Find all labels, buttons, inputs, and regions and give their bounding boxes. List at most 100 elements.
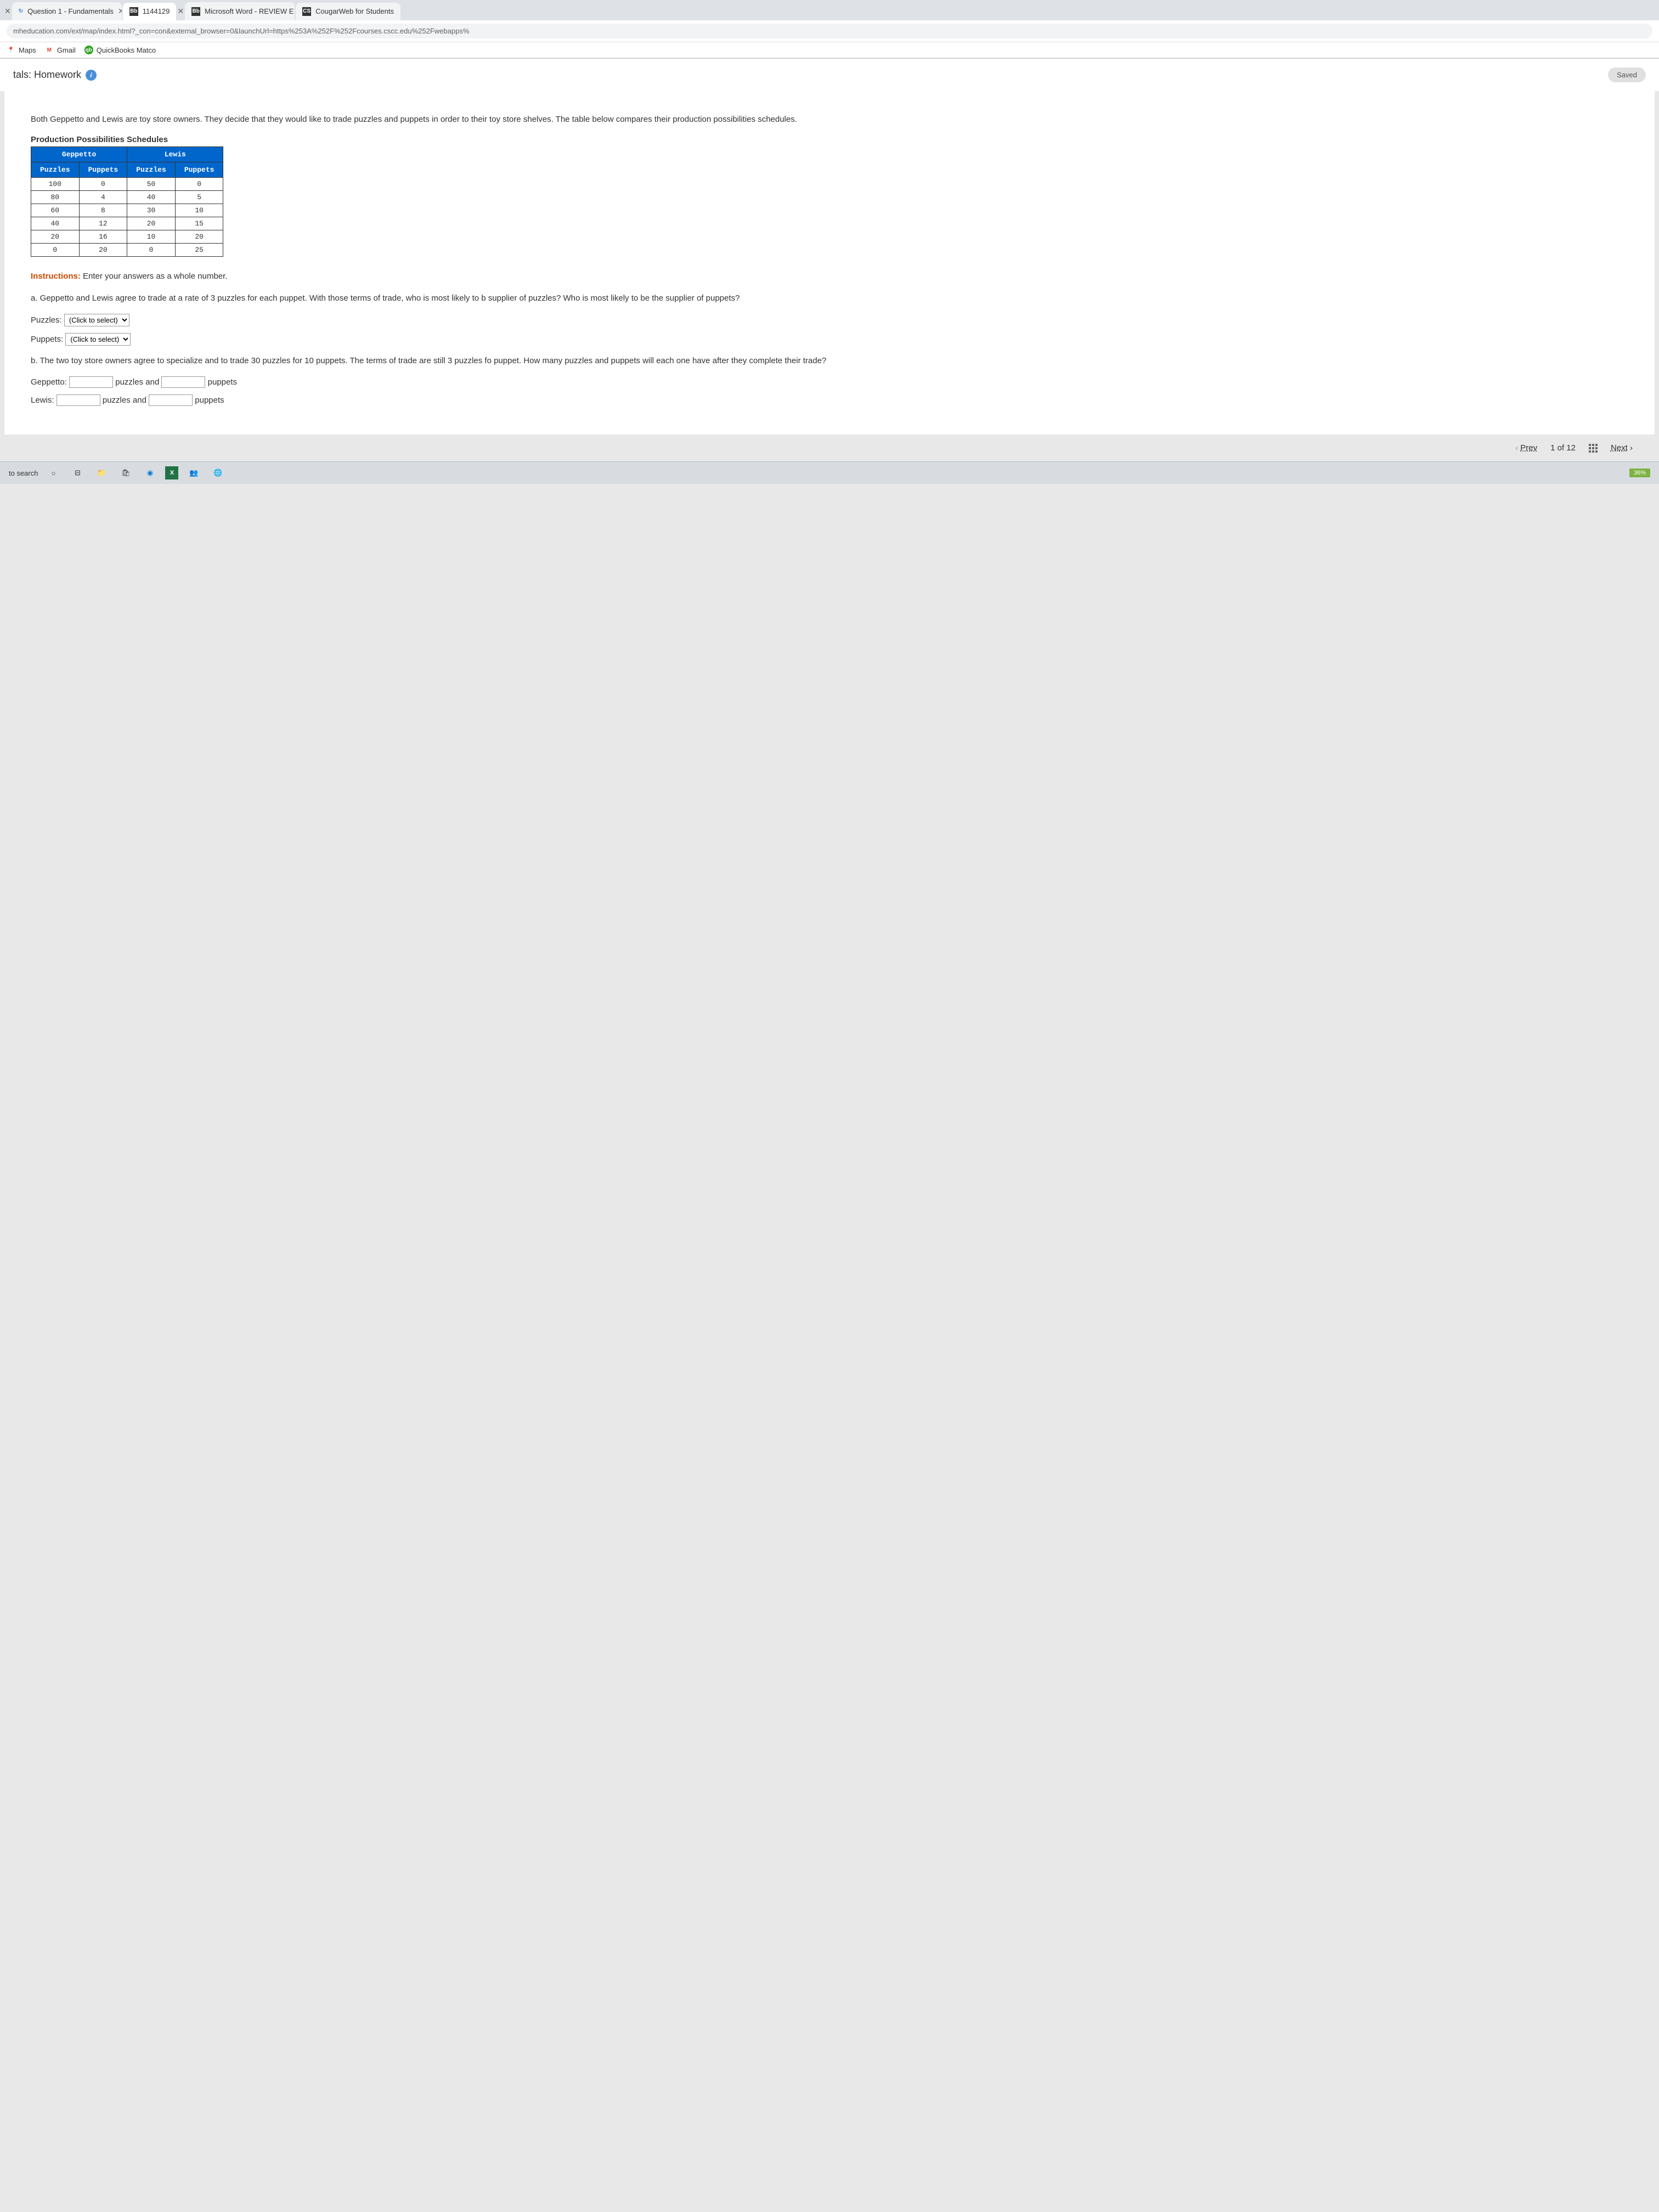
table-cell: 0: [31, 244, 80, 257]
task-view-icon[interactable]: ⊟: [69, 464, 86, 482]
table-cell: 12: [79, 217, 127, 230]
browser-tab[interactable]: ↻ Question 1 - Fundamentals ✕: [12, 2, 122, 20]
question-part-b: b. The two toy store owners agree to spe…: [31, 354, 1628, 368]
tab-label: Microsoft Word - REVIEW E: [205, 7, 294, 15]
table-cell: 0: [79, 178, 127, 191]
lewis-puzzles-input[interactable]: [57, 394, 100, 406]
instructions-text: Enter your answers as a whole number.: [81, 272, 228, 281]
puppets-word: puppets: [208, 377, 237, 387]
url-text[interactable]: mheducation.com/ext/map/index.html?_con=…: [7, 24, 1652, 38]
question-part-a: a. Geppetto and Lewis agree to trade at …: [31, 292, 1628, 305]
quickbooks-icon: qb: [84, 46, 93, 54]
tab-label: Question 1 - Fundamentals: [27, 7, 114, 15]
page-counter: 1 of 12: [1550, 443, 1576, 453]
table-col-header: Puzzles: [31, 162, 80, 178]
table-col-header: Puppets: [79, 162, 127, 178]
table-cell: 8: [79, 204, 127, 217]
table-cell: 40: [127, 191, 176, 204]
lewis-puppets-input[interactable]: [149, 394, 193, 406]
table-cell: 20: [127, 217, 176, 230]
table-cell: 50: [127, 178, 176, 191]
geppetto-puzzles-input[interactable]: [69, 376, 113, 388]
close-icon[interactable]: ✕: [177, 7, 184, 16]
question-content: Both Geppetto and Lewis are toy store ow…: [4, 91, 1655, 435]
lewis-label: Lewis:: [31, 396, 54, 405]
table-cell: 0: [175, 178, 223, 191]
close-icon[interactable]: ✕: [118, 7, 122, 16]
refresh-icon: ↻: [19, 7, 23, 16]
table-cell: 100: [31, 178, 80, 191]
table-cell: 4: [79, 191, 127, 204]
file-explorer-icon[interactable]: 📁: [93, 464, 110, 482]
blackboard-icon: Bb: [129, 7, 138, 16]
answer-puzzles-row: Puzzles: (Click to select): [31, 314, 1628, 326]
table-cell: 10: [175, 204, 223, 217]
excel-icon[interactable]: X: [165, 466, 178, 479]
question-intro: Both Geppetto and Lewis are toy store ow…: [31, 113, 1628, 126]
nav-footer: ‹ Prev 1 of 12 Next ›: [0, 435, 1659, 461]
table-row: 1000500: [31, 178, 223, 191]
table-col-header: Puzzles: [127, 162, 176, 178]
bookmark-label: QuickBooks Matco: [97, 46, 156, 54]
chrome-icon[interactable]: 🌐: [209, 464, 227, 482]
table-cell: 25: [175, 244, 223, 257]
table-cell: 40: [31, 217, 80, 230]
table-row: 20161020: [31, 230, 223, 244]
table-group-header: Lewis: [127, 147, 223, 162]
table-row: 804405: [31, 191, 223, 204]
info-icon[interactable]: i: [86, 70, 97, 81]
table-cell: 5: [175, 191, 223, 204]
saved-badge: Saved: [1608, 67, 1646, 82]
bookmark-quickbooks[interactable]: qb QuickBooks Matco: [84, 46, 156, 54]
table-row: 40122015: [31, 217, 223, 230]
bookmark-label: Gmail: [57, 46, 76, 54]
close-icon[interactable]: ✕: [4, 7, 11, 16]
table-row: 020025: [31, 244, 223, 257]
table-group-header: Geppetto: [31, 147, 127, 162]
table-cell: 20: [79, 244, 127, 257]
page-title: tals: Homework i: [13, 69, 97, 81]
browser-tab[interactable]: Bb Microsoft Word - REVIEW E ✕: [185, 2, 295, 20]
table-col-header: Puppets: [175, 162, 223, 178]
browser-tab[interactable]: Bb 1144129: [123, 3, 177, 20]
puzzles-and-label: puzzles and: [103, 396, 146, 405]
geppetto-puppets-input[interactable]: [161, 376, 205, 388]
table-cell: 80: [31, 191, 80, 204]
tab-bar: ✕ ↻ Question 1 - Fundamentals ✕ Bb 11441…: [0, 0, 1659, 20]
edge-icon[interactable]: ◉: [141, 464, 159, 482]
prev-link[interactable]: ‹ Prev: [1515, 443, 1537, 453]
table-cell: 20: [175, 230, 223, 244]
bookmark-gmail[interactable]: M Gmail: [45, 46, 76, 54]
instructions-label: Instructions:: [31, 272, 81, 281]
next-link[interactable]: Next ›: [1611, 443, 1633, 453]
cougarweb-icon: CS: [302, 7, 311, 16]
table-cell: 60: [31, 204, 80, 217]
teams-icon[interactable]: 👥: [185, 464, 202, 482]
battery-badge: 36%: [1629, 469, 1650, 477]
tab-label: 1144129: [143, 7, 170, 15]
table-cell: 16: [79, 230, 127, 244]
bookmarks-bar: 📍 Maps M Gmail qb QuickBooks Matco: [0, 42, 1659, 58]
instructions: Instructions: Enter your answers as a wh…: [31, 270, 1628, 283]
blackboard-icon: Bb: [191, 7, 200, 16]
answer-puppets-row: Puppets: (Click to select): [31, 333, 1628, 346]
table-row: 6083010: [31, 204, 223, 217]
store-icon[interactable]: 🛍: [117, 464, 134, 482]
table-cell: 30: [127, 204, 176, 217]
grid-icon[interactable]: [1589, 444, 1598, 453]
bookmark-maps[interactable]: 📍 Maps: [7, 46, 36, 54]
search-text[interactable]: to search: [9, 469, 38, 477]
table-title: Production Possibilities Schedules: [31, 135, 1628, 144]
table-cell: 10: [127, 230, 176, 244]
maps-icon: 📍: [7, 46, 15, 54]
taskbar: to search ○ ⊟ 📁 🛍 ◉ X 👥 🌐 36%: [0, 461, 1659, 484]
cortana-icon[interactable]: ○: [44, 464, 62, 482]
geppetto-label: Geppetto:: [31, 377, 67, 387]
puppets-select[interactable]: (Click to select): [65, 333, 131, 346]
geppetto-answer-row: Geppetto: puzzles and puppets: [31, 376, 1628, 388]
puzzles-select[interactable]: (Click to select): [64, 314, 129, 326]
url-bar: mheducation.com/ext/map/index.html?_con=…: [0, 20, 1659, 42]
tab-label: CougarWeb for Students: [315, 7, 394, 15]
browser-tab[interactable]: CS CougarWeb for Students: [296, 3, 400, 20]
production-table: Geppetto Lewis Puzzles Puppets Puzzles P…: [31, 146, 223, 257]
